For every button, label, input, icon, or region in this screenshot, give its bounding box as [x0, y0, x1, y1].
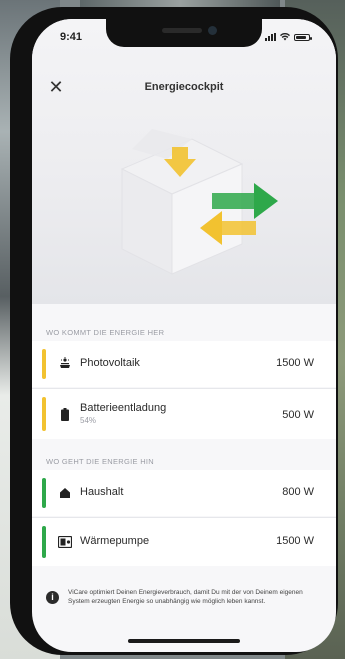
consumer-color-bar — [42, 526, 46, 558]
list-item-batterieentladung[interactable]: Batterieentladung 54% 500 W — [32, 389, 336, 439]
battery-status-icon — [294, 33, 312, 41]
signal-icon — [265, 33, 276, 41]
home-indicator[interactable] — [128, 639, 240, 643]
source-color-bar — [42, 397, 46, 431]
source-name: Batterieentladung — [80, 402, 167, 414]
info-icon: i — [46, 591, 59, 604]
source-value: 1500 W — [276, 357, 314, 369]
battery-icon — [58, 407, 72, 421]
source-color-bar — [42, 349, 46, 379]
solar-panel-icon — [58, 356, 72, 370]
status-time: 9:41 — [60, 31, 83, 43]
heat-pump-icon — [58, 535, 72, 549]
consumer-value: 800 W — [282, 486, 314, 498]
consumer-color-bar — [42, 478, 46, 508]
section-label-sources: WO KOMMT DIE ENERGIE HER — [46, 328, 165, 337]
list-item-haushalt[interactable]: Haushalt 800 W — [32, 470, 336, 516]
source-value: 500 W — [282, 409, 314, 421]
house-icon — [58, 486, 72, 500]
app-screen: 9:41 ✕ Energiecockpit WO KOMMT DIE ENERG… — [32, 19, 336, 652]
page-title: Energiecockpit — [144, 81, 224, 93]
info-text: ViCare optimiert Deinen Energieverbrauch… — [68, 589, 303, 605]
section-label-sinks: WO GEHT DIE ENERGIE HIN — [46, 457, 155, 466]
consumer-value: 1500 W — [276, 535, 314, 547]
list-item-waermepumpe[interactable]: Wärmepumpe 1500 W — [32, 518, 336, 566]
battery-level: 54% — [80, 416, 97, 425]
wifi-icon — [280, 33, 290, 41]
phone-notch — [106, 19, 262, 47]
phone-frame: 9:41 ✕ Energiecockpit WO KOMMT DIE ENERG… — [10, 7, 338, 655]
list-item-photovoltaik[interactable]: Photovoltaik 1500 W — [32, 341, 336, 387]
consumer-name: Wärmepumpe — [80, 535, 150, 547]
energy-flow-illustration — [120, 129, 278, 275]
consumer-name: Haushalt — [80, 486, 124, 498]
source-name: Photovoltaik — [80, 357, 140, 369]
energy-hero — [32, 19, 336, 304]
